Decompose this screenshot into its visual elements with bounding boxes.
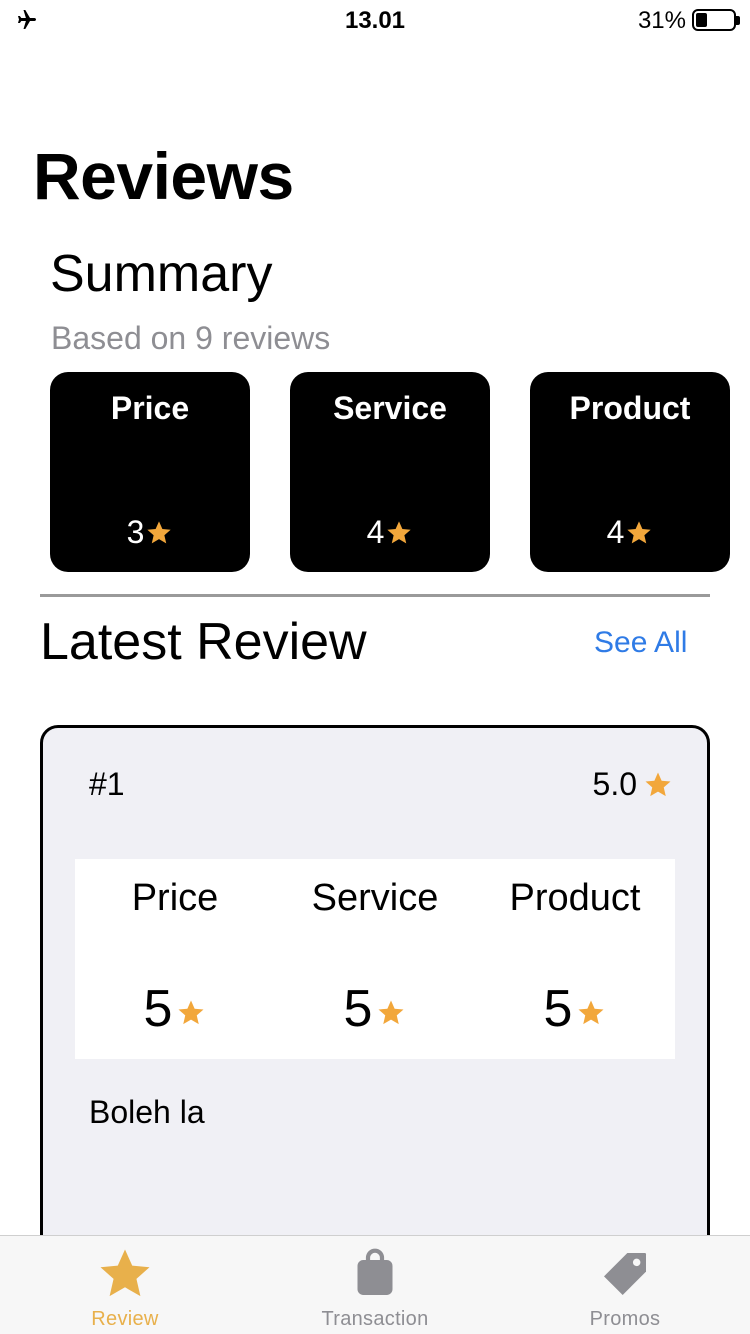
section-divider xyxy=(40,594,710,597)
tag-icon xyxy=(604,1253,646,1295)
summary-card-label: Price xyxy=(110,390,190,426)
category-label: Product xyxy=(509,877,641,919)
tab-transaction[interactable]: Transaction xyxy=(250,1236,500,1334)
star-icon xyxy=(645,772,671,796)
star-icon xyxy=(378,1000,404,1025)
summary-card-score: 4 xyxy=(290,512,490,551)
category-score: 5 xyxy=(475,979,675,1039)
battery-cap xyxy=(736,16,740,25)
summary-card-score: 3 xyxy=(50,512,250,551)
battery-icon xyxy=(692,9,736,31)
latest-review-title: Latest Review xyxy=(40,613,367,671)
tab-review[interactable]: Review xyxy=(0,1236,250,1334)
summary-score-value: 3 xyxy=(126,514,145,551)
review-category-price: Price 5 xyxy=(75,859,275,1059)
review-category-service: Service 5 xyxy=(275,859,475,1059)
summary-card-product[interactable]: Product 4 xyxy=(530,372,730,572)
summary-card-label: Product xyxy=(569,390,691,426)
star-icon xyxy=(627,520,652,543)
tab-label: Review xyxy=(91,1308,159,1330)
summary-card-score: 4 xyxy=(530,512,730,551)
tab-label: Transaction xyxy=(321,1308,429,1330)
page-title: Reviews xyxy=(33,139,294,213)
review-text: Boleh la xyxy=(89,1094,205,1130)
summary-score-value: 4 xyxy=(606,514,625,551)
category-score-value: 5 xyxy=(143,980,173,1038)
category-label: Price xyxy=(131,877,219,919)
star-icon xyxy=(387,520,412,543)
battery-level xyxy=(696,13,707,27)
review-overall-value: 5.0 xyxy=(592,766,637,802)
star-icon xyxy=(147,520,172,543)
tab-bar: Review Transaction Promos xyxy=(0,1235,750,1334)
star-icon xyxy=(578,1000,604,1025)
category-score-value: 5 xyxy=(343,980,373,1038)
summary-score-value: 4 xyxy=(366,514,385,551)
see-all-link[interactable]: See All xyxy=(594,626,687,660)
summary-subtitle: Based on 9 reviews xyxy=(51,320,331,356)
tab-promos[interactable]: Promos xyxy=(500,1236,750,1334)
review-number: #1 xyxy=(89,766,125,802)
star-icon xyxy=(178,1000,204,1025)
summary-card-label: Service xyxy=(333,390,447,426)
review-category-scores: Price 5 Service 5 Product 5 xyxy=(75,859,675,1059)
category-score: 5 xyxy=(75,979,275,1039)
summary-card-price[interactable]: Price 3 xyxy=(50,372,250,572)
bag-icon xyxy=(357,1248,393,1295)
category-score: 5 xyxy=(275,979,475,1039)
summary-card-service[interactable]: Service 4 xyxy=(290,372,490,572)
battery-percent: 31% xyxy=(637,7,686,34)
review-overall-score: 5.0 xyxy=(593,766,673,803)
category-label: Service xyxy=(311,877,439,919)
tab-label: Promos xyxy=(589,1308,661,1330)
summary-title: Summary xyxy=(50,245,273,303)
status-bar: 13.01 31% xyxy=(0,0,750,40)
review-category-product: Product 5 xyxy=(475,859,675,1059)
category-score-value: 5 xyxy=(543,980,573,1038)
star-icon xyxy=(100,1249,150,1297)
